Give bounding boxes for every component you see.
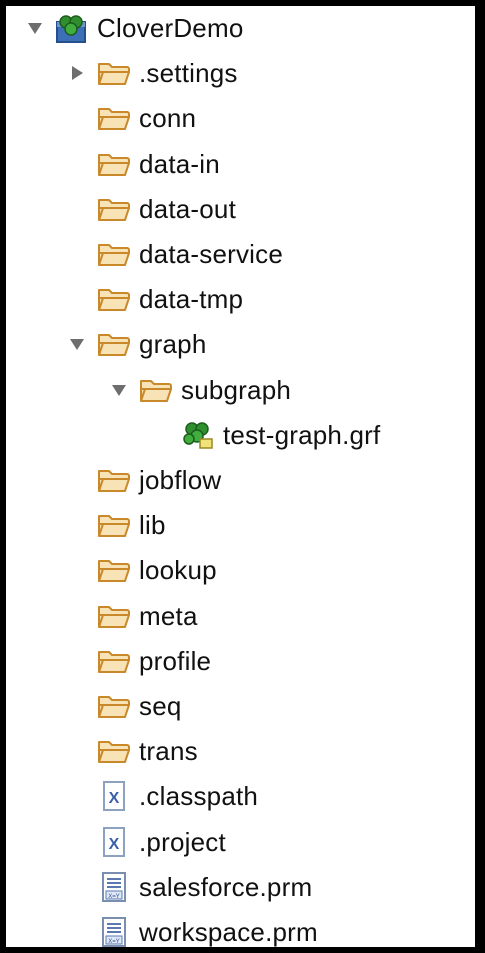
- tree-item-lookup[interactable]: lookup: [6, 548, 475, 592]
- folder-icon: [96, 102, 132, 134]
- tree-item-label: trans: [139, 736, 198, 767]
- svg-text:X: X: [109, 790, 120, 807]
- tree-item-label: data-in: [139, 148, 220, 179]
- expanded-arrow-icon[interactable]: [26, 19, 44, 37]
- tree-item-label: meta: [139, 600, 198, 631]
- folder-icon: [96, 554, 132, 586]
- folder-icon: [96, 193, 132, 225]
- folder-icon: [96, 238, 132, 270]
- tree-item-label: profile: [139, 645, 212, 676]
- expanded-arrow-icon[interactable]: [110, 381, 128, 399]
- tree-item-settings[interactable]: .settings: [6, 51, 475, 95]
- folder-icon: [96, 509, 132, 541]
- tree-item-label: test-graph.grf: [223, 419, 381, 450]
- tree-item-label: jobflow: [139, 465, 222, 495]
- tree-item-jobflow[interactable]: jobflow: [6, 458, 475, 502]
- xml-file-icon: X: [96, 780, 132, 812]
- project-explorer-panel: CloverDemo .settings conn data-in data-o…: [6, 6, 475, 947]
- parameter-file-icon: X=Y: [96, 871, 132, 903]
- tree-item-label: CloverDemo: [97, 13, 244, 43]
- folder-icon: [96, 600, 132, 632]
- collapsed-arrow-icon[interactable]: [68, 64, 86, 82]
- tree-item-label: subgraph: [181, 374, 292, 405]
- folder-icon: [96, 283, 132, 315]
- folder-icon: [96, 645, 132, 677]
- folder-icon: [96, 328, 132, 360]
- tree-item-classpath[interactable]: X .classpath: [6, 774, 475, 818]
- parameter-file-icon: X=Y: [96, 916, 132, 947]
- tree-item-profile[interactable]: profile: [6, 639, 475, 683]
- tree-item-conn[interactable]: conn: [6, 96, 475, 140]
- tree-item-data-service[interactable]: data-service: [6, 232, 475, 276]
- tree-item-label: lib: [139, 510, 166, 541]
- tree-item-cloverdemo[interactable]: CloverDemo: [6, 6, 475, 50]
- tree-item-label: .project: [139, 826, 226, 857]
- tree-item-label: data-service: [139, 239, 284, 269]
- folder-icon: [96, 57, 132, 89]
- tree-item-data-out[interactable]: data-out: [6, 187, 475, 231]
- tree-item-label: .classpath: [139, 781, 259, 812]
- tree-item-label: workspace.prm: [139, 917, 318, 947]
- folder-icon: [96, 464, 132, 496]
- tree-item-label: seq: [139, 691, 182, 721]
- tree-item-data-tmp[interactable]: data-tmp: [6, 277, 475, 321]
- xml-file-icon: X: [96, 826, 132, 858]
- tree-item-lib[interactable]: lib: [6, 503, 475, 547]
- tree-item-project[interactable]: X .project: [6, 820, 475, 864]
- tree-item-label: .settings: [139, 58, 238, 89]
- tree-item-label: graph: [139, 329, 207, 360]
- tree-item-seq[interactable]: seq: [6, 684, 475, 728]
- tree-item-trans[interactable]: trans: [6, 729, 475, 773]
- tree-item-meta[interactable]: meta: [6, 594, 475, 638]
- tree-item-salesforce-prm[interactable]: X=Y salesforce.prm: [6, 865, 475, 909]
- svg-text:X: X: [109, 836, 120, 853]
- tree-item-subgraph[interactable]: subgraph: [6, 368, 475, 412]
- tree-item-workspace-prm[interactable]: X=Y workspace.prm: [6, 910, 475, 947]
- tree-item-label: data-out: [139, 193, 237, 224]
- tree-item-label: lookup: [139, 555, 217, 586]
- folder-icon: [138, 374, 174, 406]
- tree-item-data-in[interactable]: data-in: [6, 142, 475, 186]
- folder-icon: [96, 735, 132, 767]
- folder-icon: [96, 148, 132, 180]
- expanded-arrow-icon[interactable]: [68, 335, 86, 353]
- tree-item-label: conn: [139, 103, 197, 134]
- svg-text:X=Y: X=Y: [108, 939, 120, 945]
- clover-project-icon: [54, 12, 90, 44]
- tree-item-graph[interactable]: graph: [6, 322, 475, 366]
- tree-item-label: salesforce.prm: [139, 871, 313, 902]
- clover-graph-icon: [180, 419, 216, 451]
- tree-item-label: data-tmp: [139, 284, 244, 315]
- folder-icon: [96, 690, 132, 722]
- tree-item-test-graph-grf[interactable]: test-graph.grf: [6, 413, 475, 457]
- svg-text:X=Y: X=Y: [108, 894, 120, 900]
